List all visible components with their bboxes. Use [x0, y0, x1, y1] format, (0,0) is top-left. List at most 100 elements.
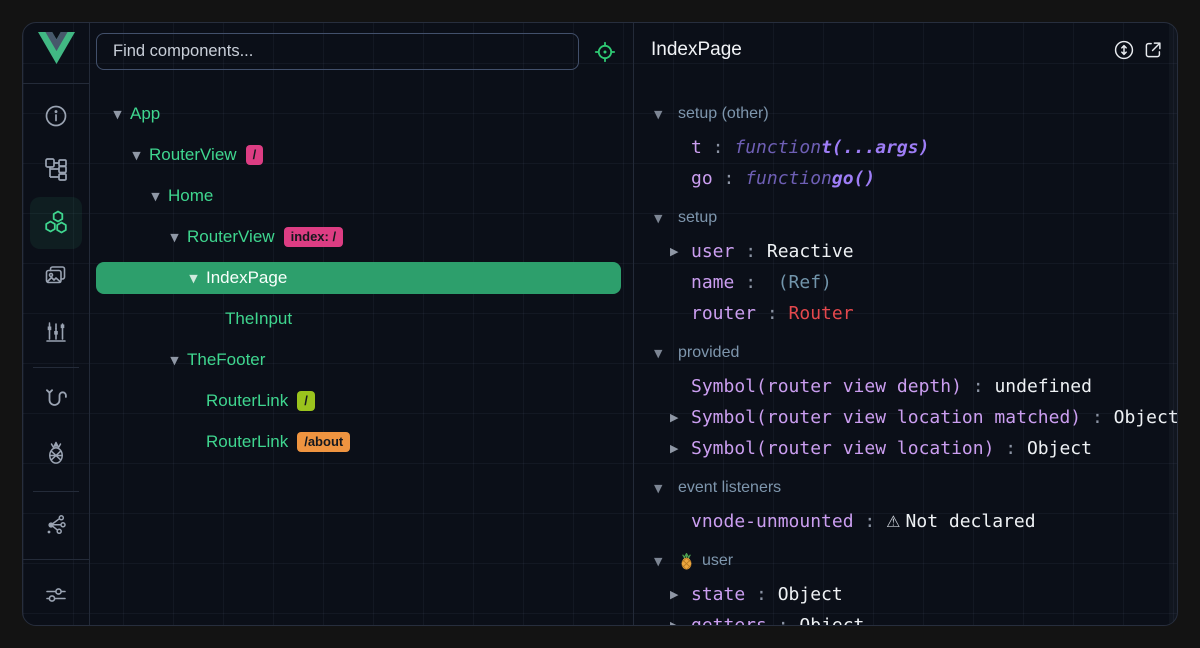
component-name: RouterLink	[206, 391, 288, 411]
chevron-down-icon: ▼	[654, 108, 668, 121]
inspector-sections: ▼ setup (other) t : function t(...args)go …	[634, 90, 1177, 625]
chevron-down-icon[interactable]: ▼	[149, 190, 162, 203]
property-value: (Ref)	[767, 272, 832, 293]
section-label: setup (other)	[678, 105, 769, 123]
chevron-down-icon[interactable]: ▼	[187, 272, 200, 285]
pages-tree-icon	[42, 155, 70, 183]
chevron-right-icon[interactable]: ▶	[670, 442, 691, 455]
chevron-right-icon[interactable]: ▶	[670, 619, 691, 625]
settings-sliders-icon	[42, 581, 70, 609]
sidebar-item-pinia[interactable]	[30, 427, 82, 479]
section-header[interactable]: ▼ user	[634, 543, 1177, 579]
search-input[interactable]	[111, 41, 564, 62]
property-key: router	[691, 303, 756, 324]
inspector-section: ▼ setup (other) t : function t(...args)go …	[634, 96, 1177, 194]
property-key: user	[691, 241, 734, 262]
tree-row-app[interactable]: ▼App	[96, 98, 621, 130]
property-value: undefined	[994, 376, 1092, 397]
info-icon	[42, 102, 70, 130]
property-key: name	[691, 272, 734, 293]
open-in-editor-button[interactable]	[1141, 39, 1165, 63]
property-row[interactable]: ▶state : Object	[634, 579, 1177, 610]
key-value-separator: :	[734, 241, 767, 262]
property-row[interactable]: ▶Symbol(router view location matched) : …	[634, 402, 1177, 433]
vue-logo	[23, 32, 89, 69]
section-label: provided	[678, 344, 739, 362]
sidebar-item-router[interactable]	[30, 373, 82, 425]
route-badge: /about	[297, 432, 350, 452]
property-value: Object	[799, 615, 864, 625]
property-row: router : Router	[634, 298, 1177, 329]
sidebar-item-settings[interactable]	[30, 569, 82, 621]
property-value: go()	[832, 168, 875, 189]
warning-icon: ⚠	[886, 512, 905, 531]
property-row: go : function go()	[634, 163, 1177, 194]
property-row[interactable]: ▶Symbol(router view location) : Object	[634, 433, 1177, 464]
tree-row-thefooter[interactable]: ▼TheFooter	[96, 344, 621, 376]
property-key: Symbol(router view depth)	[691, 376, 962, 397]
inspector-scrollbar[interactable]	[1169, 23, 1177, 625]
chevron-down-icon[interactable]: ▼	[168, 354, 181, 367]
chevron-right-icon[interactable]: ▶	[670, 588, 691, 601]
route-badge: index: /	[284, 227, 344, 247]
locate-component-button[interactable]	[594, 41, 616, 63]
chevron-down-icon[interactable]: ▼	[168, 231, 181, 244]
section-header[interactable]: ▼provided	[634, 335, 1177, 371]
chevron-down-icon: ▼	[654, 482, 668, 495]
sidebar-item-assets[interactable]	[30, 250, 82, 302]
component-name: RouterLink	[206, 432, 288, 452]
property-key: Symbol(router view location)	[691, 438, 994, 459]
property-row: name : (Ref)	[634, 267, 1177, 298]
tree-row-routerlink[interactable]: RouterLink/about	[96, 426, 621, 458]
inspector-section: ▼providedSymbol(router view depth) : und…	[634, 335, 1177, 464]
property-value: t(...args)	[821, 137, 929, 158]
scroll-to-component-button[interactable]	[1112, 39, 1136, 63]
tree-row-routerview[interactable]: ▼RouterView/	[96, 139, 621, 171]
section-header[interactable]: ▼ setup	[634, 200, 1177, 236]
tree-row-routerlink[interactable]: RouterLink/	[96, 385, 621, 417]
timeline-levels-icon	[42, 318, 70, 346]
sidebar	[23, 23, 90, 625]
sidebar-item-overview[interactable]	[30, 90, 82, 142]
tree-row-routerview[interactable]: ▼ RouterView index: /	[96, 221, 621, 253]
sidebar-item-components[interactable]	[30, 197, 82, 249]
chevron-right-icon[interactable]: ▶	[670, 245, 691, 258]
chevron-down-icon[interactable]: ▼	[130, 149, 143, 162]
sidebar-item-timeline[interactable]	[30, 306, 82, 358]
chevron-down-icon[interactable]: ▼	[111, 108, 124, 121]
sidebar-item-pages[interactable]	[30, 143, 82, 195]
section-header[interactable]: ▼ setup (other)	[634, 96, 1177, 132]
key-value-separator: :	[745, 584, 778, 605]
section-label: setup	[678, 209, 717, 227]
tree-row-home[interactable]: ▼Home	[96, 180, 621, 212]
tree-row-indexpage[interactable]: ▼ IndexPage	[96, 262, 621, 294]
inspector-title: IndexPage	[651, 39, 742, 61]
components-hexagons-icon	[42, 209, 70, 237]
sidebar-divider	[23, 559, 89, 560]
key-value-separator: :	[767, 615, 800, 625]
tree-row-theinput[interactable]: TheInput	[96, 303, 621, 335]
sidebar-item-graph[interactable]	[30, 498, 82, 550]
property-value: function	[734, 137, 821, 158]
property-key: Symbol(router view location matched)	[691, 407, 1081, 428]
key-value-separator: :	[702, 137, 735, 158]
devtools-window: ▼App▼RouterView/▼Home▼RouterViewindex: /…	[0, 0, 1200, 648]
sidebar-divider	[23, 83, 89, 84]
property-row[interactable]: ▶user : Reactive	[634, 236, 1177, 267]
property-row: Symbol(router view depth) : undefined	[634, 371, 1177, 402]
property-value: Router	[789, 303, 854, 324]
search-box	[96, 33, 579, 70]
component-name: RouterView	[187, 227, 275, 247]
component-name: IndexPage	[206, 268, 287, 288]
property-row[interactable]: ▶getters : Object	[634, 610, 1177, 625]
target-crosshair-icon	[594, 41, 616, 63]
property-row: t : function t(...args)	[634, 132, 1177, 163]
chevron-right-icon[interactable]: ▶	[670, 411, 691, 424]
router-hook-icon	[42, 385, 70, 413]
inspector-panel: IndexPage ▼ setup (other) t : function t(.…	[634, 23, 1177, 625]
component-name: RouterView	[149, 145, 237, 165]
section-header[interactable]: ▼event listeners	[634, 470, 1177, 506]
inspector-section: ▼ user▶state : Object▶getters : Object	[634, 543, 1177, 625]
chevron-down-icon: ▼	[654, 212, 668, 225]
sidebar-divider	[33, 367, 79, 368]
